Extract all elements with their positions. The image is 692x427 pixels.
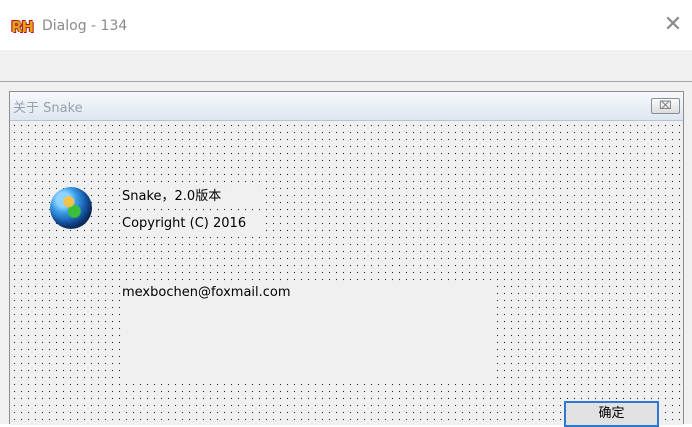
- close-icon[interactable]: ✕: [658, 10, 688, 40]
- globe-icon: [50, 187, 92, 229]
- ok-button[interactable]: 确定: [564, 401, 659, 427]
- email-label: mexbochen@foxmail.com: [122, 284, 492, 384]
- dialog-close-button[interactable]: ⌧: [651, 98, 680, 114]
- window-titlebar: RH Dialog - 134 ✕: [0, 0, 692, 50]
- about-dialog: 关于 Snake ⌧ Snake，2.0版本 Copyright (C) 201…: [9, 91, 684, 427]
- dialog-title: 关于 Snake: [13, 101, 83, 116]
- dialog-body-grid: Snake，2.0版本 Copyright (C) 2016 mexbochen…: [10, 121, 683, 427]
- menu-strip: [0, 50, 692, 82]
- dialog-titlebar: 关于 Snake ⌧: [10, 92, 683, 121]
- window-title: Dialog - 134: [42, 18, 128, 34]
- app-logo: RH: [11, 18, 34, 36]
- copyright-label: Copyright (C) 2016: [122, 215, 262, 233]
- version-label: Snake，2.0版本: [122, 188, 260, 206]
